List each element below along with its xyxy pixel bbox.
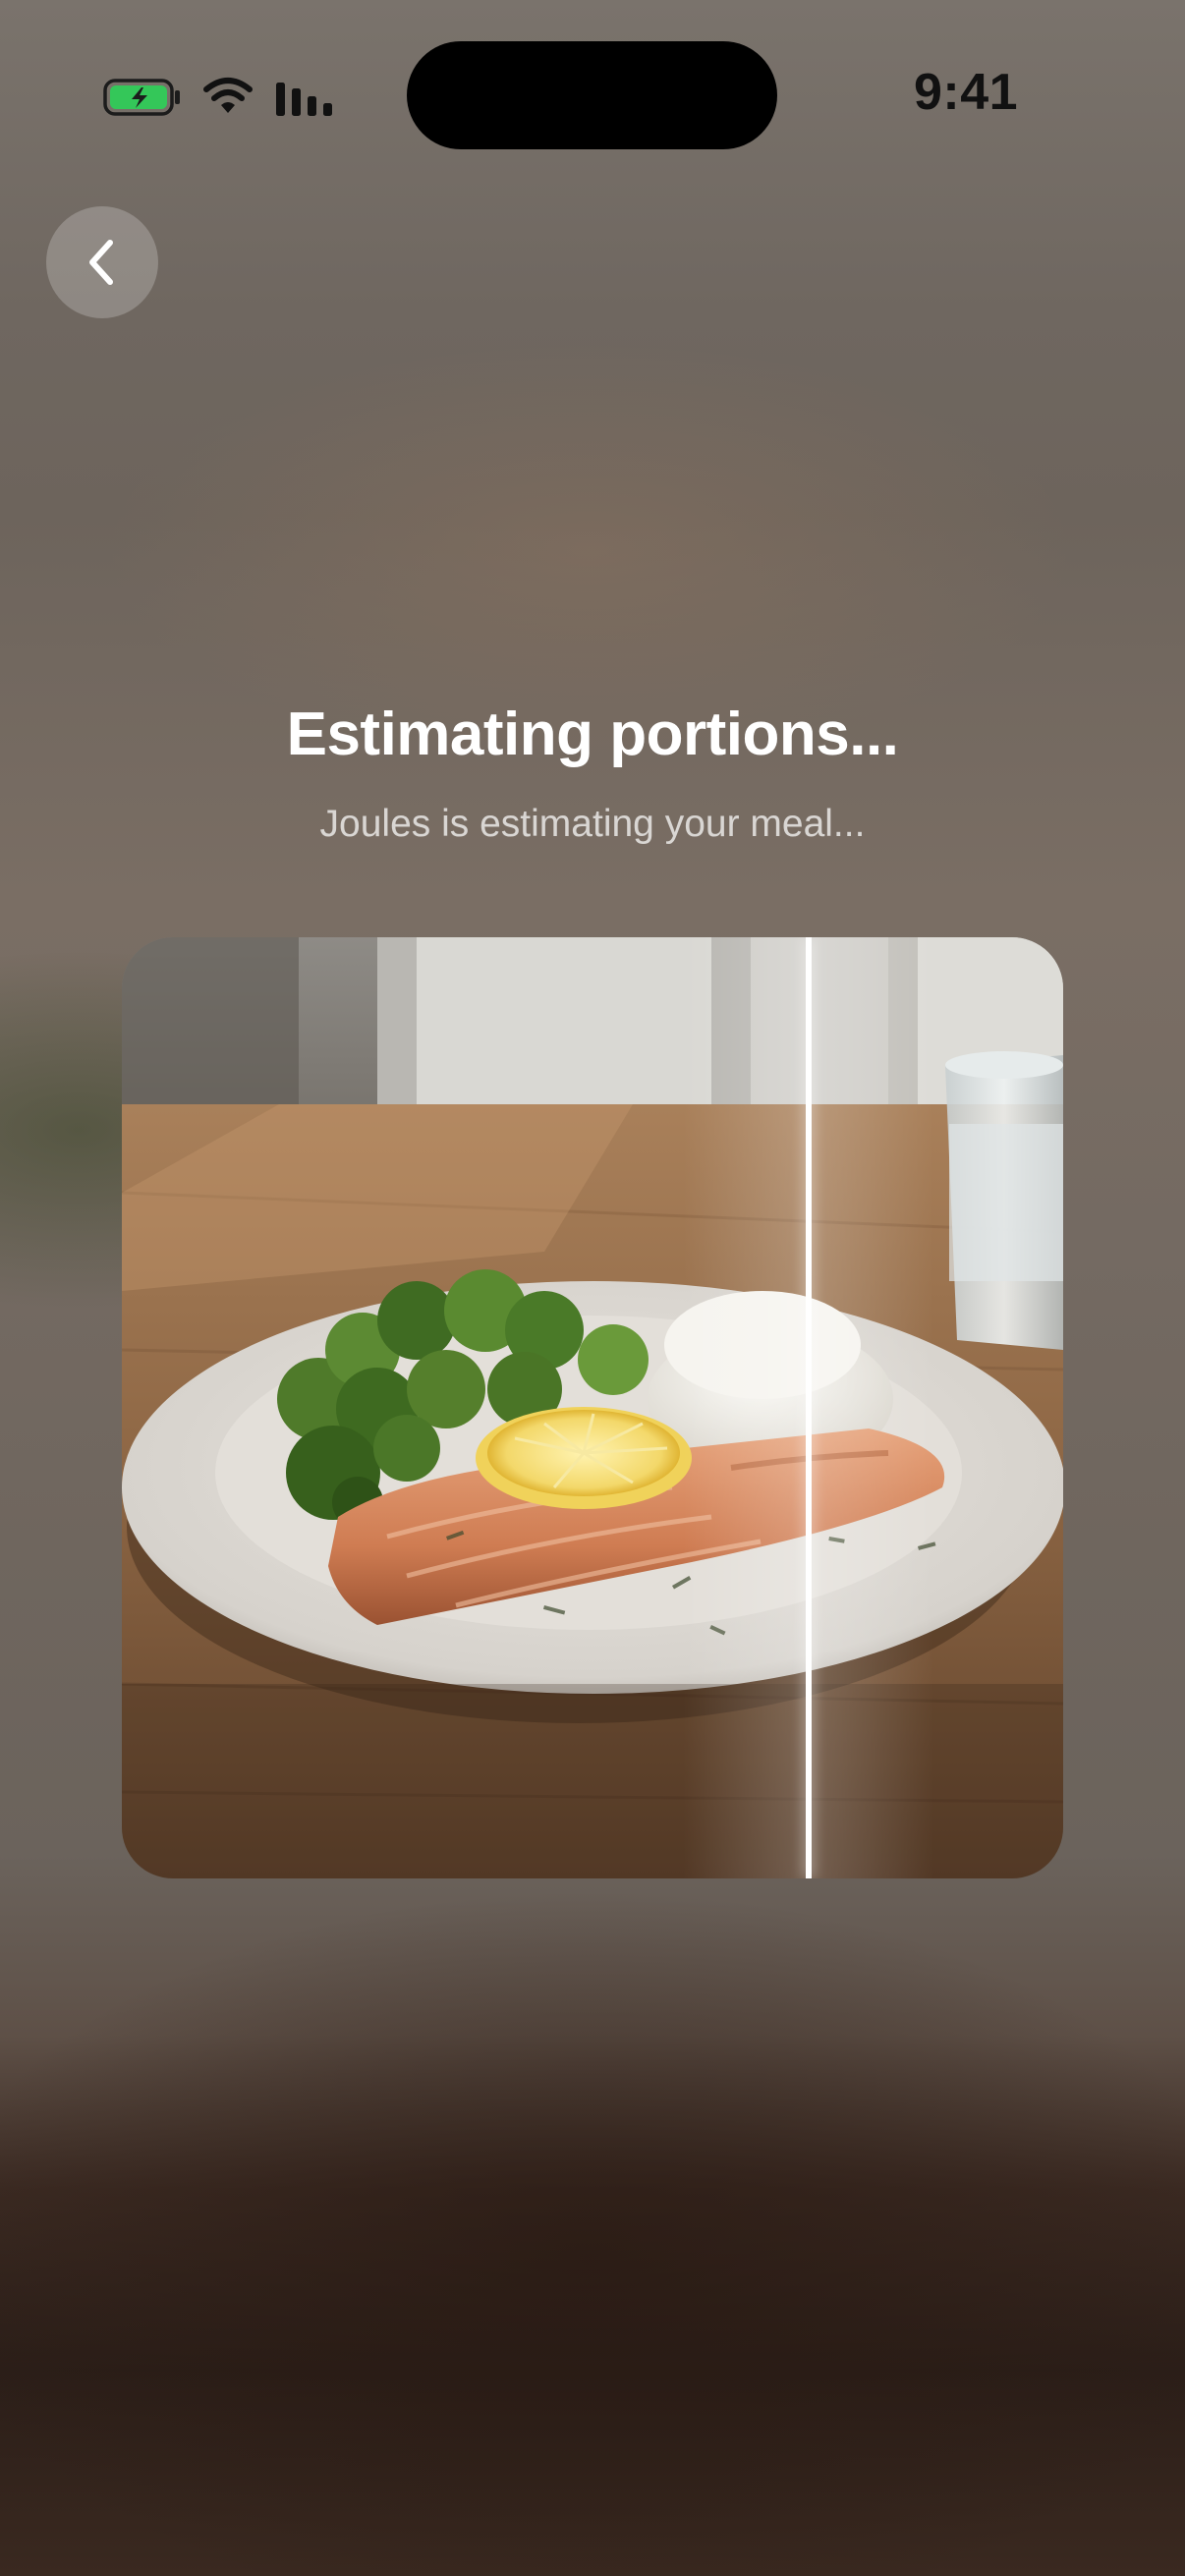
back-button[interactable] <box>46 206 158 318</box>
background-shadow <box>0 2014 1185 2576</box>
battery-charging-icon <box>103 79 182 116</box>
water-glass <box>945 1051 1063 1350</box>
cellular-signal-icon <box>276 79 337 116</box>
status-bar: 9:41 <box>0 0 1185 187</box>
lemon-slice <box>476 1407 692 1509</box>
page-title: Estimating portions... <box>286 700 899 768</box>
wifi-icon <box>203 77 253 116</box>
scan-line <box>806 937 812 1878</box>
page-subtitle: Joules is estimating your meal... <box>319 803 866 845</box>
chevron-left-icon <box>89 240 113 285</box>
meal-photo <box>122 937 1063 1878</box>
dynamic-island <box>407 41 777 149</box>
status-time: 9:41 <box>914 64 1019 121</box>
